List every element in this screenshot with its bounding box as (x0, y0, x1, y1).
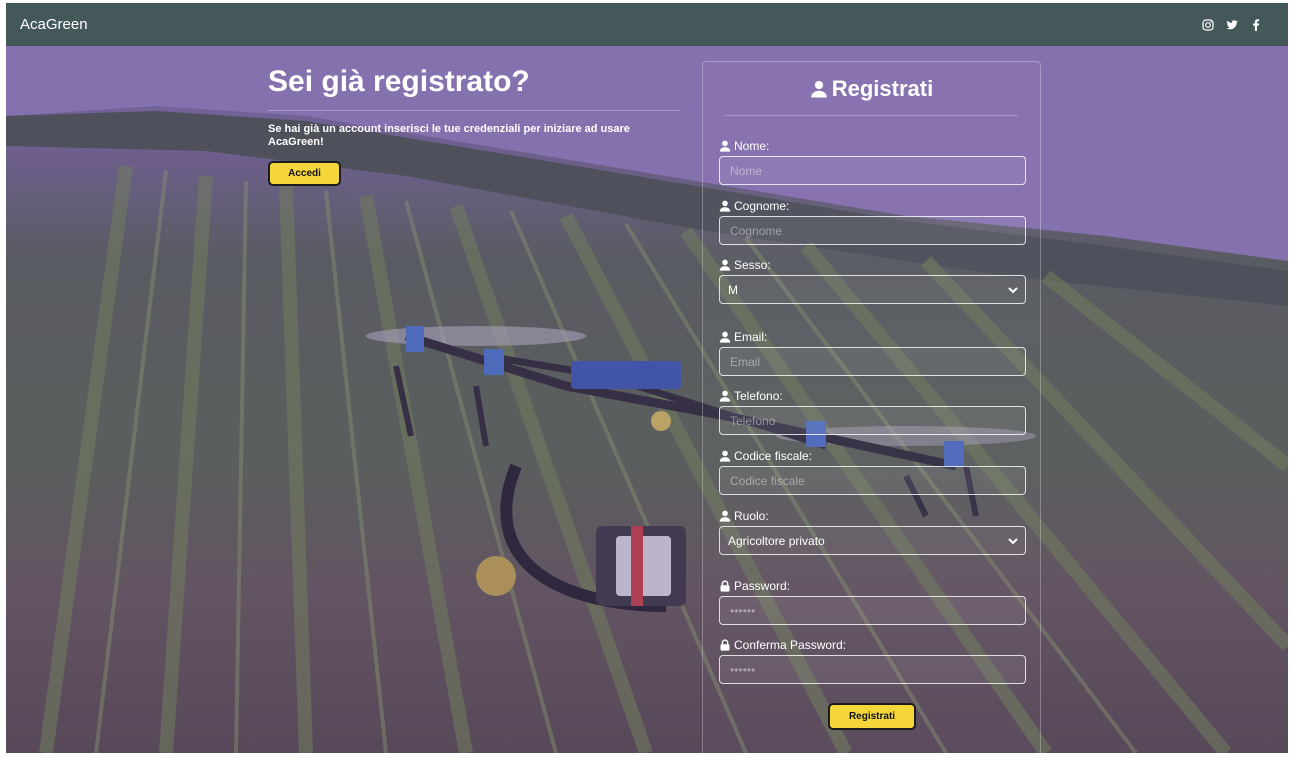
cognome-input-box (719, 216, 1026, 245)
social-links (1202, 18, 1262, 31)
lock-icon (720, 639, 730, 651)
brand-logo[interactable]: AcaGreen (20, 16, 88, 33)
conferma-password-label-text: Conferma Password: (734, 638, 847, 652)
conferma-password-input-box (719, 655, 1026, 684)
user-icon (719, 140, 731, 152)
email-input-box (719, 347, 1026, 376)
login-divider (268, 110, 680, 111)
password-label: Password: (719, 578, 1026, 594)
conferma-password-input[interactable] (730, 662, 1015, 677)
telefono-input[interactable] (730, 413, 1015, 428)
hero-section: Sei già registrato? Se hai già un accoun… (6, 46, 1288, 753)
password-input[interactable] (730, 603, 1015, 618)
accedi-button[interactable]: Accedi (268, 161, 341, 186)
user-icon (719, 390, 731, 402)
login-heading: Sei già registrato? (268, 65, 530, 98)
sesso-field-group: Sesso: M (719, 257, 1026, 304)
register-title-text: Registrati (831, 76, 934, 101)
codice-fiscale-label-text: Codice fiscale: (734, 449, 813, 463)
nome-label: Nome: (719, 138, 1026, 154)
telefono-field-group: Telefono: (719, 388, 1026, 435)
cognome-field-group: Cognome: (719, 198, 1026, 245)
sesso-selected-value: M (728, 282, 738, 297)
email-input[interactable] (730, 354, 1015, 369)
registration-form: Registrati Nome: Cognome: (702, 61, 1041, 753)
register-divider (725, 115, 1018, 116)
telefono-label-text: Telefono: (734, 389, 783, 403)
password-label-text: Password: (734, 579, 791, 593)
cognome-label-text: Cognome: (734, 199, 790, 213)
sesso-label: Sesso: (719, 257, 1026, 273)
register-title: Registrati (719, 63, 1024, 115)
password-input-box (719, 596, 1026, 625)
user-icon (719, 450, 731, 462)
nome-label-text: Nome: (734, 139, 770, 153)
nome-input[interactable] (730, 163, 1015, 178)
facebook-icon[interactable] (1250, 18, 1262, 31)
cognome-input[interactable] (730, 223, 1015, 238)
ruolo-label-text: Ruolo: (734, 509, 769, 523)
nome-field-group: Nome: (719, 138, 1026, 185)
conferma-password-label: Conferma Password: (719, 637, 1026, 653)
user-icon (719, 259, 731, 271)
ruolo-selected-value: Agricoltore privato (728, 533, 825, 548)
ruolo-label: Ruolo: (719, 508, 1026, 524)
page-frame: AcaGreen Sei già registrato? Se hai già … (6, 3, 1288, 753)
chevron-down-icon (1008, 286, 1018, 293)
user-icon (810, 80, 827, 98)
nome-input-box (719, 156, 1026, 185)
cognome-label: Cognome: (719, 198, 1026, 214)
codice-fiscale-field-group: Codice fiscale: (719, 448, 1026, 495)
ruolo-select[interactable]: Agricoltore privato (719, 526, 1026, 555)
codice-fiscale-input[interactable] (730, 473, 1015, 488)
ruolo-field-group: Ruolo: Agricoltore privato (719, 508, 1026, 555)
user-icon (719, 331, 731, 343)
telefono-input-box (719, 406, 1026, 435)
twitter-icon[interactable] (1226, 19, 1238, 31)
chevron-down-icon (1008, 537, 1018, 544)
email-label: Email: (719, 329, 1026, 345)
password-field-group: Password: (719, 578, 1026, 625)
top-navbar: AcaGreen (6, 3, 1288, 46)
instagram-icon[interactable] (1202, 18, 1214, 31)
user-icon (719, 510, 731, 522)
email-field-group: Email: (719, 329, 1026, 376)
conferma-password-field-group: Conferma Password: (719, 637, 1026, 684)
registrati-button[interactable]: Registrati (828, 703, 916, 730)
user-icon (719, 200, 731, 212)
telefono-label: Telefono: (719, 388, 1026, 404)
login-description: Se hai già un account inserisci le tue c… (268, 123, 630, 148)
sesso-select[interactable]: M (719, 275, 1026, 304)
lock-icon (720, 580, 730, 592)
codice-fiscale-input-box (719, 466, 1026, 495)
codice-fiscale-label: Codice fiscale: (719, 448, 1026, 464)
email-label-text: Email: (734, 330, 768, 344)
login-prompt: Sei già registrato? Se hai già un accoun… (268, 64, 680, 186)
sesso-label-text: Sesso: (734, 258, 771, 272)
